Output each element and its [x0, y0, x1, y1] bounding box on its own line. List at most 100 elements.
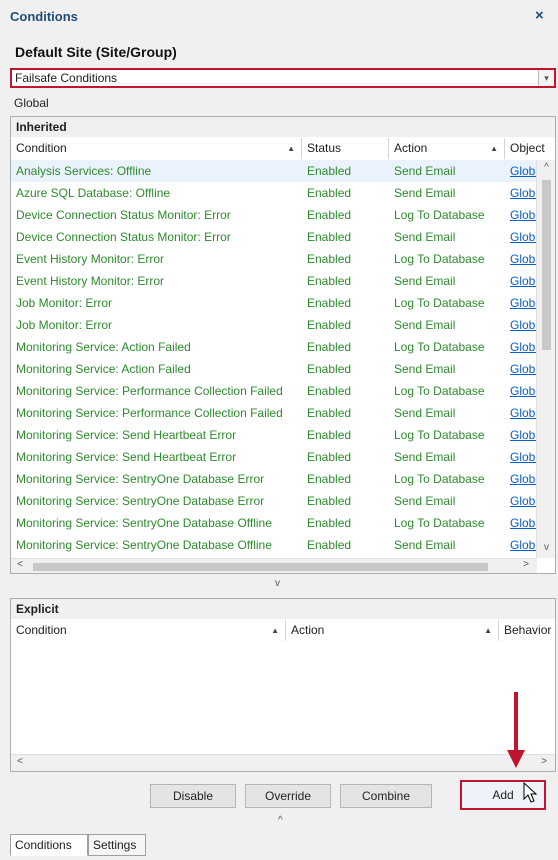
table-row[interactable]: Job Monitor: Error Enabled Log To Database… [11, 292, 537, 314]
object-link[interactable]: Global [505, 358, 537, 380]
inherited-column-header: Condition ▲ Status Action ▲ Object [11, 138, 555, 161]
column-status[interactable]: Status [302, 138, 389, 159]
global-link[interactable]: Global [510, 230, 537, 244]
condition-cell: Job Monitor: Error [16, 296, 113, 310]
vertical-scrollbar[interactable]: ^ v [536, 160, 555, 558]
table-row[interactable]: Device Connection Status Monitor: Error E… [11, 204, 537, 226]
table-row[interactable]: Monitoring Service: Send Heartbeat Error… [11, 446, 537, 468]
action-cell: Log To Database [394, 296, 485, 310]
inherited-heading: Inherited [11, 117, 555, 137]
splitter-collapse-icon[interactable]: v [275, 578, 280, 589]
global-link[interactable]: Global [510, 318, 537, 332]
global-link[interactable]: Global [510, 274, 537, 288]
condition-cell: Monitoring Service: Send Heartbeat Error [16, 450, 237, 464]
table-row[interactable]: Monitoring Service: Action Failed Enabled… [11, 358, 537, 380]
object-link[interactable]: Global [505, 336, 537, 358]
object-link[interactable]: Global [505, 204, 537, 226]
h-scroll-thumb[interactable] [33, 563, 488, 571]
scroll-up-icon[interactable]: ^ [537, 162, 556, 173]
global-link[interactable]: Global [510, 538, 537, 552]
table-row[interactable]: Monitoring Service: SentryOne Database E… [11, 490, 537, 512]
status-cell: Enabled [307, 516, 352, 530]
tab-settings[interactable]: Settings [88, 834, 146, 856]
global-link[interactable]: Global [510, 208, 537, 222]
override-button[interactable]: Override [245, 784, 331, 808]
object-link[interactable]: Global [505, 512, 537, 534]
action-cell: Log To Database [394, 208, 485, 222]
object-link[interactable]: Global [505, 380, 537, 402]
table-row[interactable]: Analysis Services: Offline Enabled Send Em… [11, 160, 537, 182]
object-link[interactable]: Global [505, 270, 537, 292]
table-row[interactable]: Azure SQL Database: Offline Enabled Send E… [11, 182, 537, 204]
action-cell: Send Email [394, 406, 456, 420]
table-row[interactable]: Monitoring Service: Send Heartbeat Error… [11, 424, 537, 446]
condition-cell: Monitoring Service: SentryOne Database O… [16, 516, 272, 530]
scroll-right-icon[interactable]: > [539, 756, 549, 767]
scroll-left-icon[interactable]: < [15, 559, 25, 570]
global-link[interactable]: Global [510, 494, 537, 508]
object-link[interactable]: Global [505, 182, 537, 204]
object-link[interactable]: Global [505, 490, 537, 512]
object-link[interactable]: Global [505, 292, 537, 314]
column-action[interactable]: Action ▲ [389, 138, 505, 159]
object-link[interactable]: Global [505, 424, 537, 446]
global-link[interactable]: Global [510, 340, 537, 354]
object-link[interactable]: Global [505, 226, 537, 248]
condition-cell: Monitoring Service: SentryOne Database O… [16, 538, 272, 552]
condition-cell: Monitoring Service: SentryOne Database E… [16, 472, 265, 486]
table-row[interactable]: Monitoring Service: Action Failed Enabled… [11, 336, 537, 358]
column-action[interactable]: Action ▲ [286, 620, 499, 641]
column-condition[interactable]: Condition ▲ [11, 620, 286, 641]
object-link[interactable]: Global [505, 468, 537, 490]
table-row[interactable]: Event History Monitor: Error Enabled Send … [11, 270, 537, 292]
table-row[interactable]: Job Monitor: Error Enabled Send Email Globa… [11, 314, 537, 336]
scroll-down-icon[interactable]: v [537, 542, 556, 553]
table-row[interactable]: Monitoring Service: Performance Collecti… [11, 380, 537, 402]
table-row[interactable]: Monitoring Service: Performance Collecti… [11, 402, 537, 424]
table-row[interactable]: Monitoring Service: SentryOne Database O… [11, 512, 537, 534]
sort-asc-icon: ▲ [287, 144, 295, 153]
column-condition[interactable]: Condition ▲ [11, 138, 302, 159]
global-link[interactable]: Global [510, 406, 537, 420]
chevron-down-icon[interactable]: ▾ [538, 70, 554, 86]
global-link[interactable]: Global [510, 450, 537, 464]
explicit-horizontal-scrollbar[interactable]: < > [11, 754, 555, 771]
object-link[interactable]: Global [505, 534, 537, 556]
object-link[interactable]: Global [505, 248, 537, 270]
disable-button[interactable]: Disable [150, 784, 236, 808]
object-link[interactable]: Global [505, 446, 537, 468]
global-link[interactable]: Global [510, 472, 537, 486]
object-link[interactable]: Global [505, 314, 537, 336]
object-link[interactable]: Global [505, 402, 537, 424]
action-cell: Send Email [394, 230, 456, 244]
table-row[interactable]: Event History Monitor: Error Enabled Log T… [11, 248, 537, 270]
column-object[interactable]: Object [505, 138, 555, 159]
global-link[interactable]: Global [510, 362, 537, 376]
column-behavior[interactable]: Behavior [499, 620, 555, 641]
explicit-group: Explicit Condition ▲ Action ▲ Behavior <… [10, 598, 556, 772]
status-cell: Enabled [307, 538, 352, 552]
global-link[interactable]: Global [510, 428, 537, 442]
combine-button[interactable]: Combine [340, 784, 432, 808]
global-link[interactable]: Global [510, 252, 537, 266]
global-link[interactable]: Global [510, 516, 537, 530]
global-link[interactable]: Global [510, 384, 537, 398]
close-icon[interactable]: × [535, 7, 544, 24]
condition-type-dropdown[interactable]: Failsafe Conditions ▾ [10, 68, 556, 88]
table-row[interactable]: Device Connection Status Monitor: Error E… [11, 226, 537, 248]
sort-asc-icon: ▲ [484, 626, 492, 635]
condition-cell: Device Connection Status Monitor: Error [16, 208, 231, 222]
global-link[interactable]: Global [510, 164, 537, 178]
annotation-arrow-icon [507, 692, 525, 768]
scroll-left-icon[interactable]: < [15, 756, 25, 767]
table-row[interactable]: Monitoring Service: SentryOne Database O… [11, 534, 537, 556]
tab-conditions[interactable]: Conditions [10, 834, 88, 856]
global-link[interactable]: Global [510, 186, 537, 200]
global-link[interactable]: Global [510, 296, 537, 310]
scroll-right-icon[interactable]: > [521, 559, 531, 570]
table-row[interactable]: Monitoring Service: SentryOne Database E… [11, 468, 537, 490]
splitter-expand-icon[interactable]: ^ [278, 815, 283, 826]
object-link[interactable]: Global [505, 160, 537, 182]
horizontal-scrollbar[interactable]: < > [11, 558, 537, 573]
scroll-thumb[interactable] [542, 180, 551, 350]
